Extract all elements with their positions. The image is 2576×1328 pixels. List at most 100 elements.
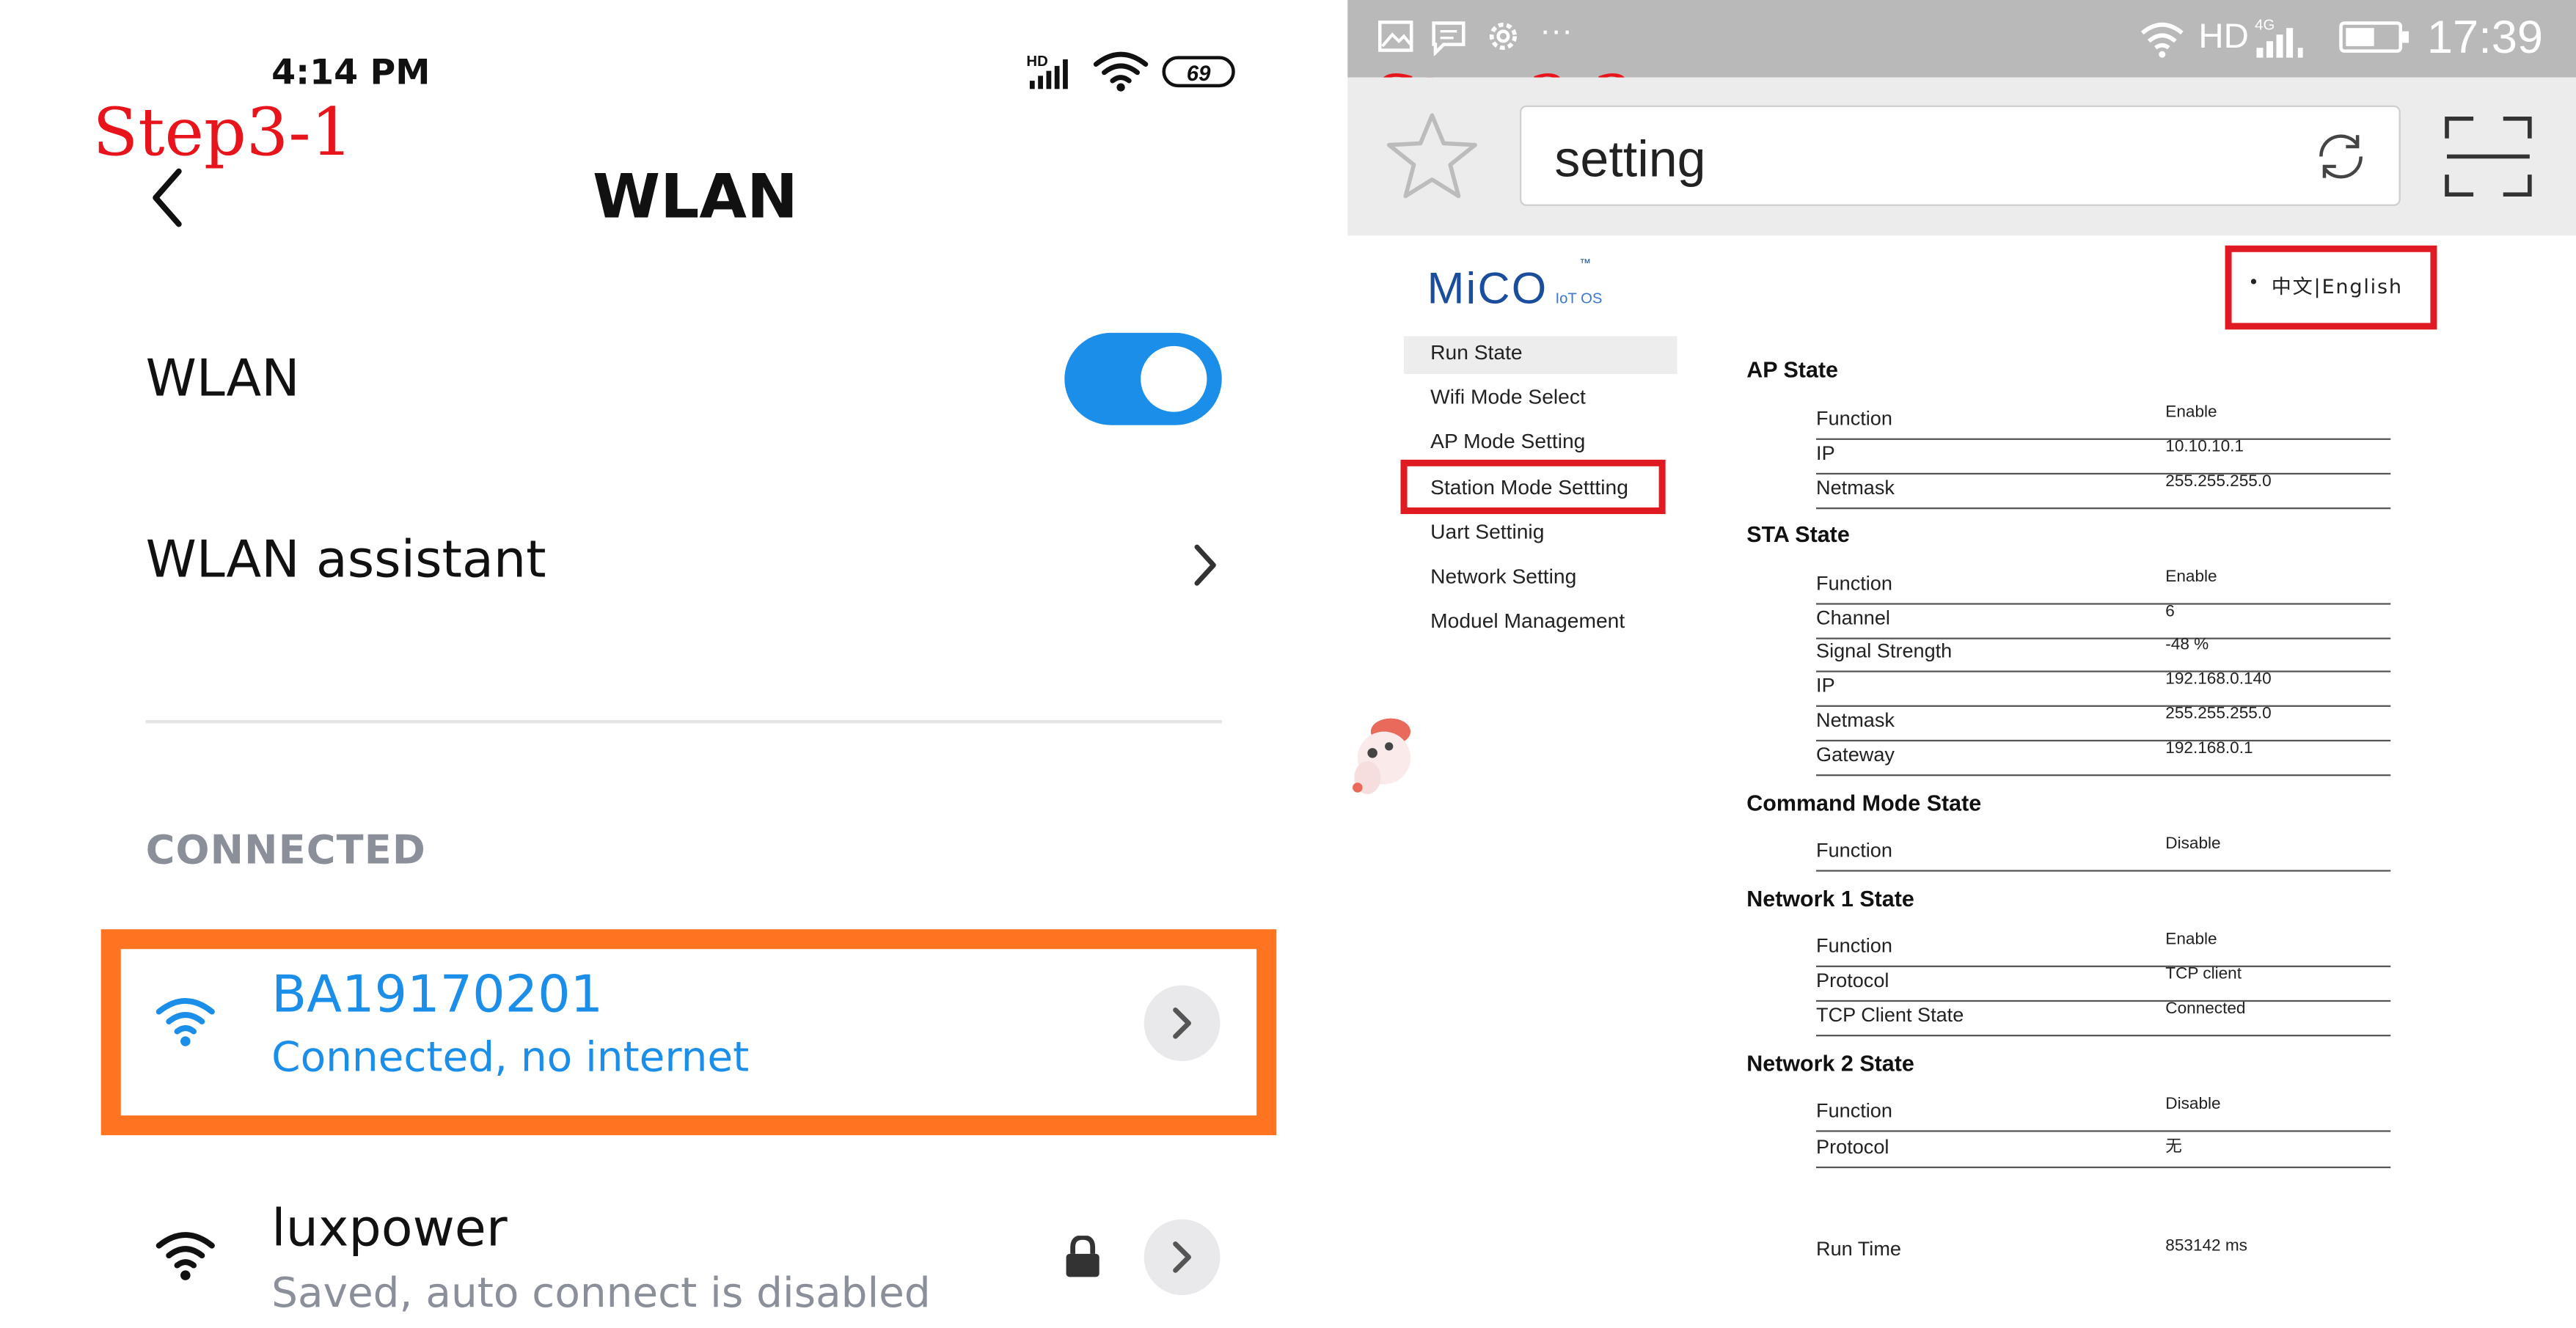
row-value: 192.168.0.1 [2165,739,2253,758]
row-value: 255.255.255.0 [2165,472,2272,491]
network-ssid: luxpower [271,1199,508,1259]
scan-icon[interactable] [2443,115,2533,197]
table-row: IP 10.10.10.1 [1816,438,2391,475]
signal-icon [2256,28,2303,58]
network-status: Connected, no internet [271,1032,750,1081]
row-label: Channel [1816,606,1890,630]
row-label: Signal Strength [1816,639,1953,663]
wifi-status-icon [1093,51,1149,92]
wifi-status-icon [2140,23,2184,58]
logo-tm: ™ [1579,258,1592,271]
table-row: Protocol TCP client [1816,965,2391,1002]
page-title: WLAN [593,161,798,232]
row-value: -48 % [2165,636,2209,655]
refresh-icon[interactable] [2313,128,2369,184]
table-row: Gateway 192.168.0.1 [1816,739,2391,777]
network-ssid: BA19170201 [271,965,604,1025]
lock-icon [1066,1236,1099,1277]
row-value: 192.168.0.140 [2165,670,2272,689]
step-label: Step3-1 [92,95,354,172]
table-row: Protocol 无 [1816,1132,2391,1169]
wifi-icon [155,1232,215,1280]
wifi-icon [155,998,215,1046]
section-title-net2: Network 2 State [1746,1051,1914,1076]
chevron-right-icon [1173,1007,1191,1039]
back-arrow-icon[interactable] [146,165,192,231]
menu-run-state[interactable]: Run State [1430,341,1522,364]
signal-icon: HD [1026,53,1079,92]
menu-station-mode-setting[interactable]: Station Mode Settting [1430,476,1628,499]
browser-toolbar: setting [1347,77,2576,236]
row-label: Function [1816,933,1892,958]
wlan-assistant-row[interactable]: WLAN assistant [146,511,1222,617]
table-row: IP 192.168.0.140 [1816,670,2391,707]
logo: MiCO IoT OS ™ [1427,259,1603,315]
row-label: Protocol [1816,969,1889,992]
row-label: Gateway [1816,743,1895,766]
section-title-cmd: Command Mode State [1746,790,1982,816]
menu-uart-setting[interactable]: Uart Settinig [1430,521,1544,543]
network-details-button[interactable] [1144,1219,1221,1296]
network-item-connected[interactable]: BA19170201 Connected, no internet [121,949,1256,1115]
menu-ap-mode-setting[interactable]: AP Mode Setting [1430,430,1585,452]
table-row: Signal Strength -48 % [1816,636,2391,672]
row-label: Netmask [1816,476,1895,499]
url-text: setting [1554,130,1706,188]
divider [145,719,1222,724]
lang-bullet: • [2248,271,2259,293]
row-label: Function [1816,406,1892,430]
run-time-label: Run Time [1816,1237,1901,1261]
more-icon: ··· [1540,12,1573,50]
row-label: Netmask [1816,708,1895,732]
language-switch[interactable]: • 中文|English [2225,245,2437,330]
url-bar[interactable]: setting [1520,105,2401,206]
row-value: 10.10.10.1 [2165,438,2244,457]
table-row: Function Enable [1816,568,2391,605]
network-type: HD [2198,18,2249,56]
menu-network-setting[interactable]: Network Setting [1430,565,1576,588]
table-row: TCP Client State Connected [1816,1000,2391,1037]
menu-wifi-mode-select[interactable]: Wifi Mode Select [1430,386,1586,408]
chevron-right-icon [1194,544,1216,586]
row-value: Enable [2165,568,2217,587]
battery-icon: 69 [1162,56,1235,88]
mascot-icon[interactable] [1347,715,1413,807]
network-details-button[interactable] [1144,985,1221,1062]
settings-gear-icon [1489,22,1518,50]
section-title-sta: STA State [1746,522,1850,547]
row-value: TCP client [2165,965,2242,984]
image-icon [1378,21,1413,52]
wlan-assistant-label: WLAN assistant [145,530,546,590]
battery-icon [2339,21,2409,53]
network-status: Saved, auto connect is disabled [271,1269,931,1317]
row-label: IP [1816,441,1835,465]
row-label: TCP Client State [1816,1003,1964,1027]
status-time: 4:14 PM [271,52,431,92]
row-value: Enable [2165,403,2217,422]
row-value: 无 [2165,1138,2182,1157]
row-value: Disable [2165,1096,2221,1114]
table-row: Netmask 255.255.255.0 [1816,705,2391,742]
row-label: Protocol [1816,1135,1889,1159]
logo-text: MiCO [1427,263,1548,313]
table-row: Function Disable [1816,1096,2391,1132]
wlan-toggle[interactable] [1064,332,1222,425]
row-value: 255.255.255.0 [2165,705,2272,724]
logo-sub: IoT OS [1555,290,1603,307]
message-icon [1432,21,1466,56]
menu-module-management[interactable]: Moduel Management [1430,609,1625,632]
network-item[interactable]: luxpower Saved, auto connect is disabled [121,1186,1256,1328]
section-title-ap: AP State [1746,357,1839,383]
row-value: Disable [2165,835,2221,854]
row-label: Function [1816,838,1892,862]
wlan-label: WLAN [145,349,300,409]
star-icon[interactable] [1384,111,1480,203]
row-value: Enable [2165,931,2217,950]
chevron-right-icon [1173,1241,1191,1273]
table-row: Function Enable [1816,403,2391,440]
section-title-net1: Network 1 State [1746,886,1914,911]
left-phone-screen: 4:14 PM HD 69 Step3-1 WLAN WLAN WLAN ass… [0,0,1342,1328]
row-label: IP [1816,673,1835,697]
section-connected: CONNECTED [145,826,426,873]
row-label: Function [1816,1098,1892,1123]
